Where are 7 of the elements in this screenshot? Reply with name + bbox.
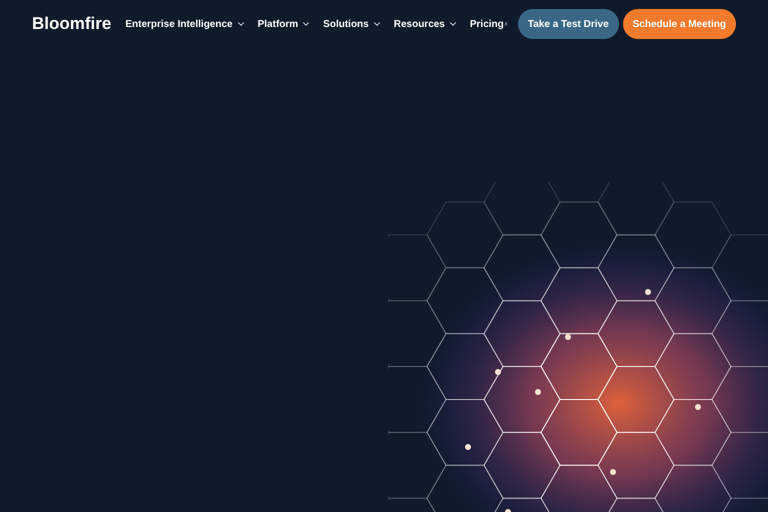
nav-link[interactable]: Pricing [470,16,504,32]
nav-link[interactable]: Solutions [323,16,382,32]
nav-link[interactable]: Resources [394,16,458,32]
cta-button[interactable]: Take a Test Drive [518,9,619,39]
nav-link[interactable]: Platform [258,16,312,32]
logo[interactable]: Bloomfire [32,11,112,37]
nav-link[interactable]: Enterprise Intelligence [125,16,246,32]
